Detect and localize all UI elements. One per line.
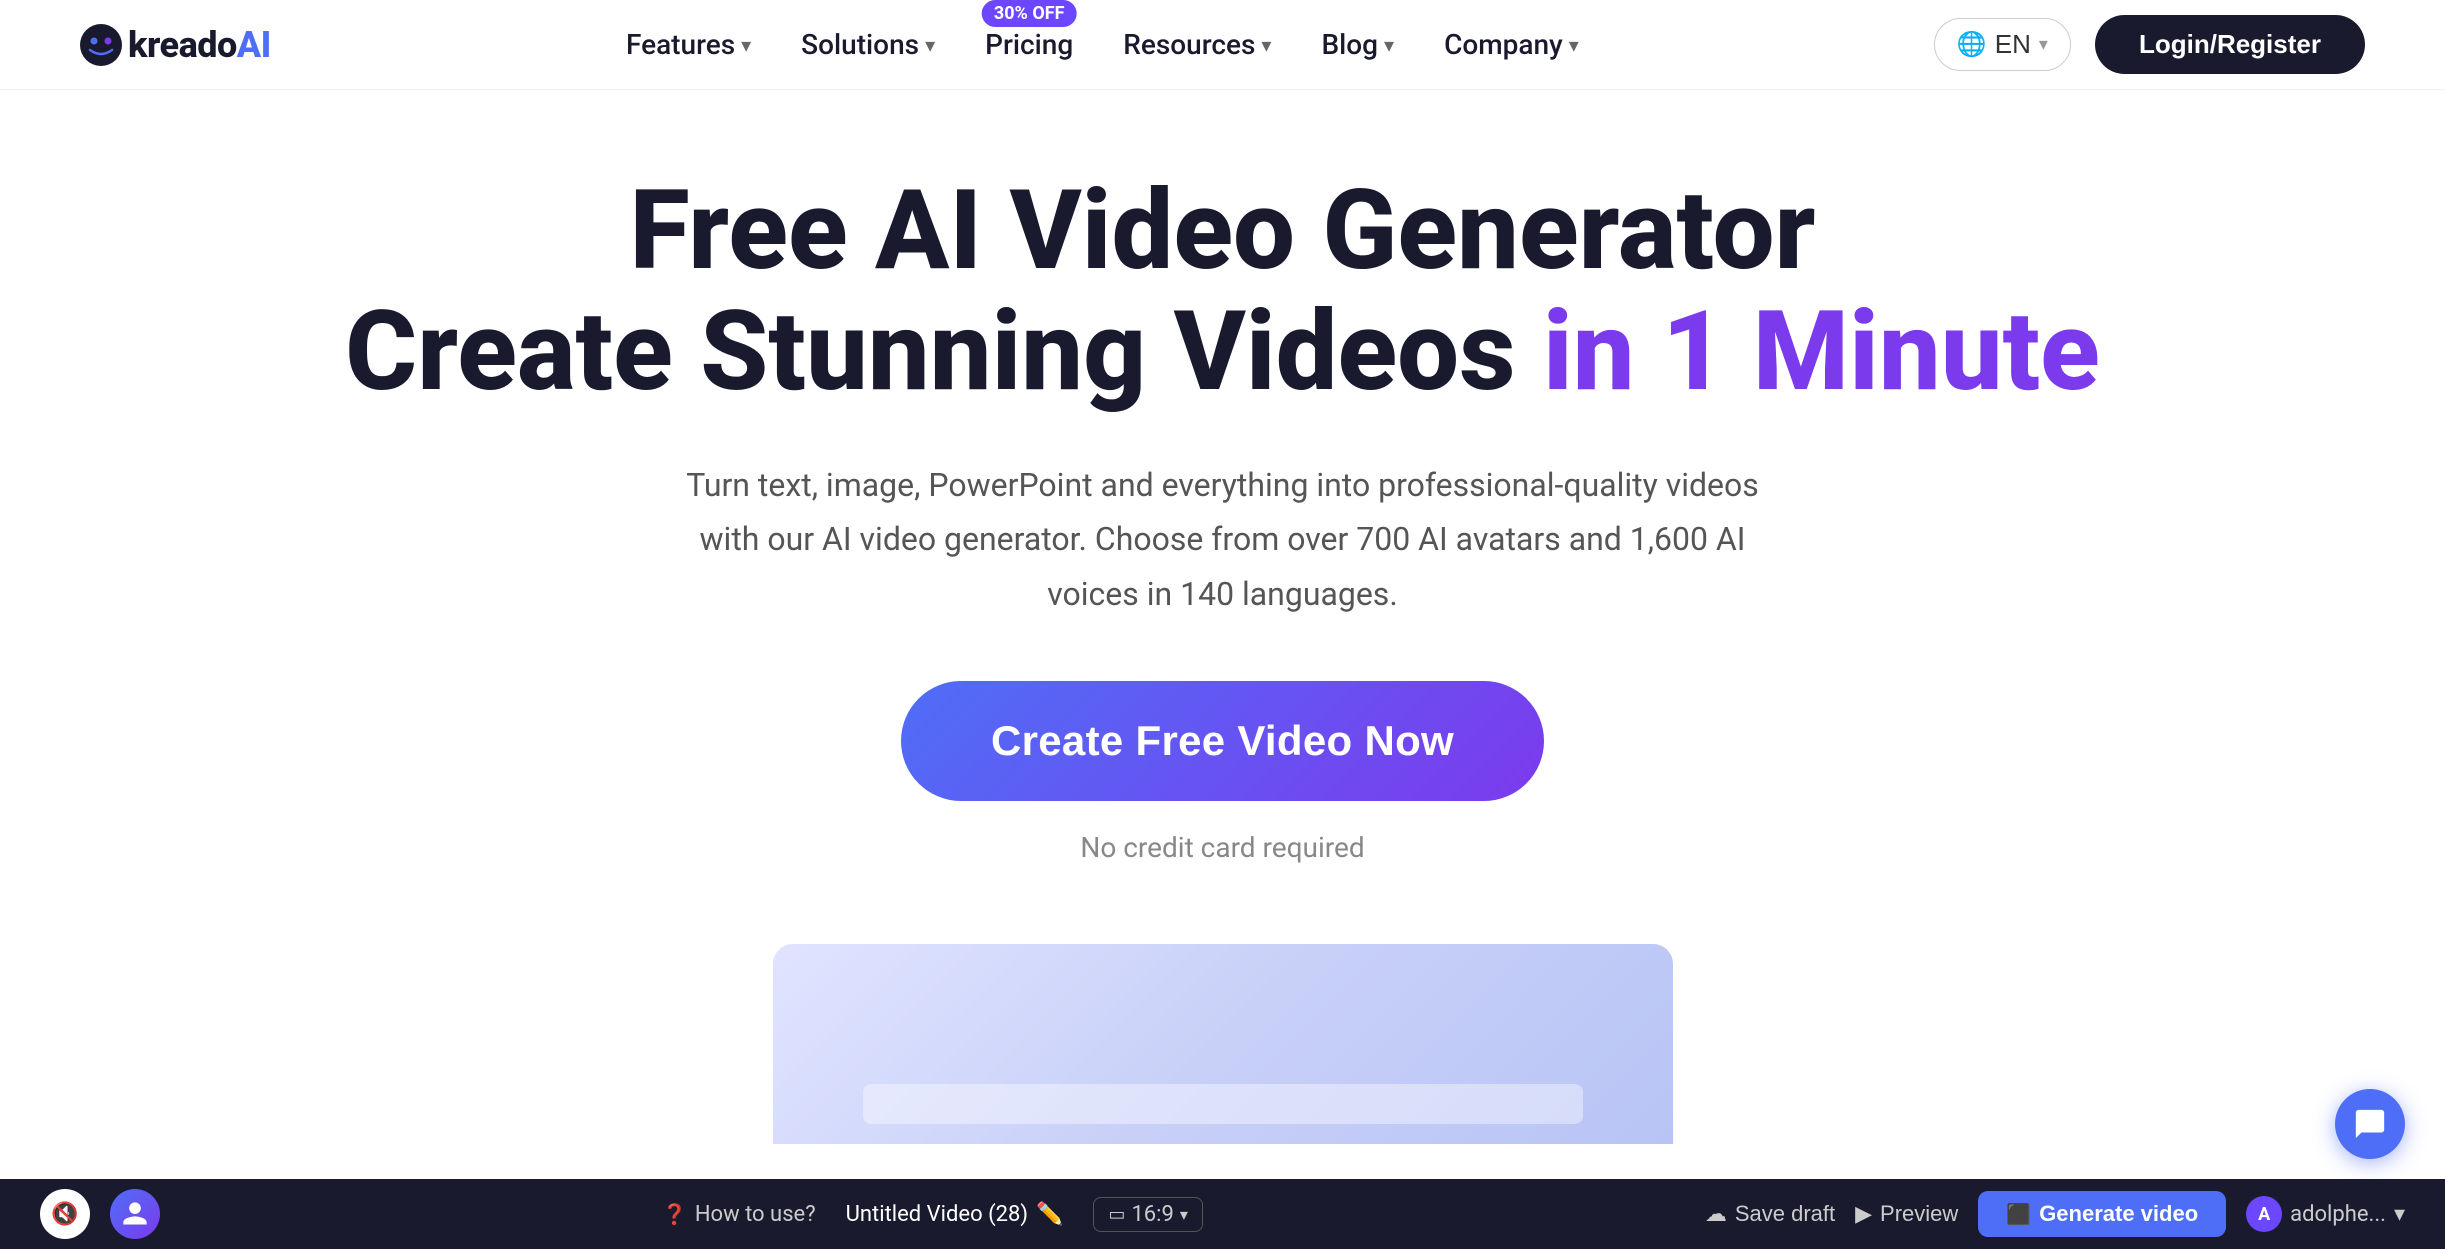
hero-subtitle: Turn text, image, PowerPoint and everyth… [673, 458, 1773, 621]
login-register-button[interactable]: Login/Register [2095, 15, 2365, 74]
bottom-right: ☁ Save draft ▶ Preview ⬛ Generate video … [1705, 1191, 2405, 1237]
hero-title: Free AI Video Generator Create Stunning … [345, 170, 2100, 412]
user-chevron-icon: ▾ [2394, 1202, 2405, 1227]
nav-item-solutions[interactable]: Solutions ▾ [801, 28, 935, 61]
solutions-chevron-icon: ▾ [925, 33, 935, 57]
edit-icon[interactable]: ✏️ [1036, 1202, 1063, 1227]
nav-right: 🌐 EN ▾ Login/Register [1934, 15, 2365, 74]
pricing-discount-badge: 30% OFF [982, 0, 1077, 27]
language-button[interactable]: 🌐 EN ▾ [1934, 18, 2071, 71]
user-avatar: A [2246, 1196, 2282, 1232]
navbar: kreadoAI Features ▾ Solutions ▾ 30% OFF … [0, 0, 2445, 90]
video-preview-container [773, 944, 1673, 1144]
generate-video-button[interactable]: ⬛ Generate video [1978, 1191, 2226, 1237]
nav-item-resources[interactable]: Resources ▾ [1123, 28, 1271, 61]
question-icon: ❓ [662, 1202, 687, 1226]
mute-icon: 🔇 [51, 1201, 78, 1227]
nav-item-features[interactable]: Features ▾ [626, 28, 751, 61]
hero-section: Free AI Video Generator Create Stunning … [0, 90, 2445, 1204]
aspect-chevron-icon: ▾ [1180, 1205, 1188, 1224]
save-draft-button[interactable]: ☁ Save draft [1705, 1201, 1835, 1227]
chat-icon [2353, 1107, 2387, 1141]
no-credit-text: No credit card required [1080, 831, 1364, 864]
mute-button[interactable]: 🔇 [40, 1189, 90, 1239]
company-chevron-icon: ▾ [1569, 33, 1579, 57]
avatar-preview [110, 1189, 160, 1239]
nav-item-pricing[interactable]: 30% OFF Pricing [985, 28, 1073, 61]
resources-chevron-icon: ▾ [1261, 33, 1271, 57]
bottom-left: 🔇 [40, 1189, 160, 1239]
logo-text: kreadoAI [128, 24, 271, 66]
nav-item-blog[interactable]: Blog ▾ [1321, 28, 1394, 61]
logo[interactable]: kreadoAI [80, 24, 271, 66]
video-title: Untitled Video (28) ✏️ [846, 1202, 1064, 1227]
globe-icon: 🌐 [1957, 30, 1987, 59]
save-icon: ☁ [1705, 1201, 1727, 1227]
user-menu[interactable]: A adolphe... ▾ [2246, 1196, 2405, 1232]
how-to-use[interactable]: ❓ How to use? [662, 1202, 816, 1227]
features-chevron-icon: ▾ [741, 33, 751, 57]
aspect-ratio-icon: ▭ [1108, 1204, 1125, 1225]
bottom-editor-strip: 🔇 ❓ How to use? Untitled Video (28) ✏️ ▭… [0, 1179, 2445, 1249]
blog-chevron-icon: ▾ [1384, 33, 1394, 57]
chat-support-button[interactable] [2335, 1089, 2405, 1159]
aspect-ratio-selector[interactable]: ▭ 16:9 ▾ [1093, 1197, 1202, 1232]
video-preview-area [200, 944, 2245, 1144]
generate-icon: ⬛ [2006, 1202, 2031, 1227]
logo-icon [80, 24, 122, 66]
nav-links: Features ▾ Solutions ▾ 30% OFF Pricing R… [626, 28, 1579, 61]
nav-item-company[interactable]: Company ▾ [1444, 28, 1579, 61]
create-free-video-button[interactable]: Create Free Video Now [901, 681, 1544, 801]
bottom-center: ❓ How to use? Untitled Video (28) ✏️ ▭ 1… [662, 1197, 1203, 1232]
lang-chevron-icon: ▾ [2039, 34, 2048, 55]
preview-button[interactable]: ▶ Preview [1855, 1201, 1958, 1227]
play-icon: ▶ [1855, 1201, 1872, 1227]
